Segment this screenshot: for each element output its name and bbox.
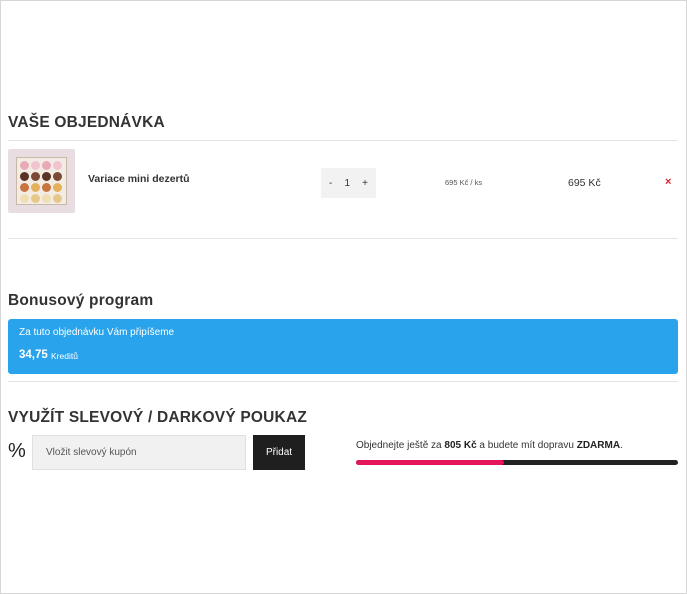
shipping-text-before: Objednejte ještě za xyxy=(356,440,445,451)
percent-icon: % xyxy=(8,440,26,462)
increase-button[interactable]: + xyxy=(362,178,368,189)
remove-item-icon[interactable]: × xyxy=(665,176,671,188)
quantity-value[interactable]: 1 xyxy=(344,178,350,189)
bonus-text: Za tuto objednávku Vám připíšeme xyxy=(19,327,175,338)
decrease-button[interactable]: - xyxy=(329,178,332,189)
voucher-title: VYUŽÍT SLEVOVÝ / DARKOVÝ POUKAZ xyxy=(8,409,308,426)
progress-fill xyxy=(356,460,505,465)
quantity-stepper[interactable]: - 1 + xyxy=(321,168,376,198)
bonus-amount: 34,75 xyxy=(19,349,48,361)
divider xyxy=(8,381,678,382)
free-shipping-text: Objednejte ještě za 805 Kč a budete mít … xyxy=(356,440,623,451)
shipping-text-middle: a budete mít dopravu xyxy=(476,440,577,451)
product-image[interactable] xyxy=(8,149,75,213)
line-total: 695 Kč xyxy=(568,177,601,189)
shipping-remaining: 805 Kč xyxy=(444,440,477,451)
shipping-text-after: . xyxy=(620,440,623,451)
bonus-title: Bonusový program xyxy=(8,292,154,309)
bonus-unit: Kreditů xyxy=(51,351,78,361)
unit-price: 695 Kč / ks xyxy=(445,178,483,187)
bonus-banner: Za tuto objednávku Vám připíšeme 34,75 K… xyxy=(8,319,678,374)
order-title: VAŠE OBJEDNÁVKA xyxy=(8,114,165,131)
divider xyxy=(8,238,678,239)
product-name[interactable]: Variace mini dezertů xyxy=(88,173,190,185)
free-shipping-progress xyxy=(356,460,678,465)
add-coupon-button[interactable]: Přidat xyxy=(253,435,305,470)
coupon-input[interactable] xyxy=(32,435,246,470)
divider xyxy=(8,140,678,141)
shipping-free: ZDARMA xyxy=(576,440,621,451)
